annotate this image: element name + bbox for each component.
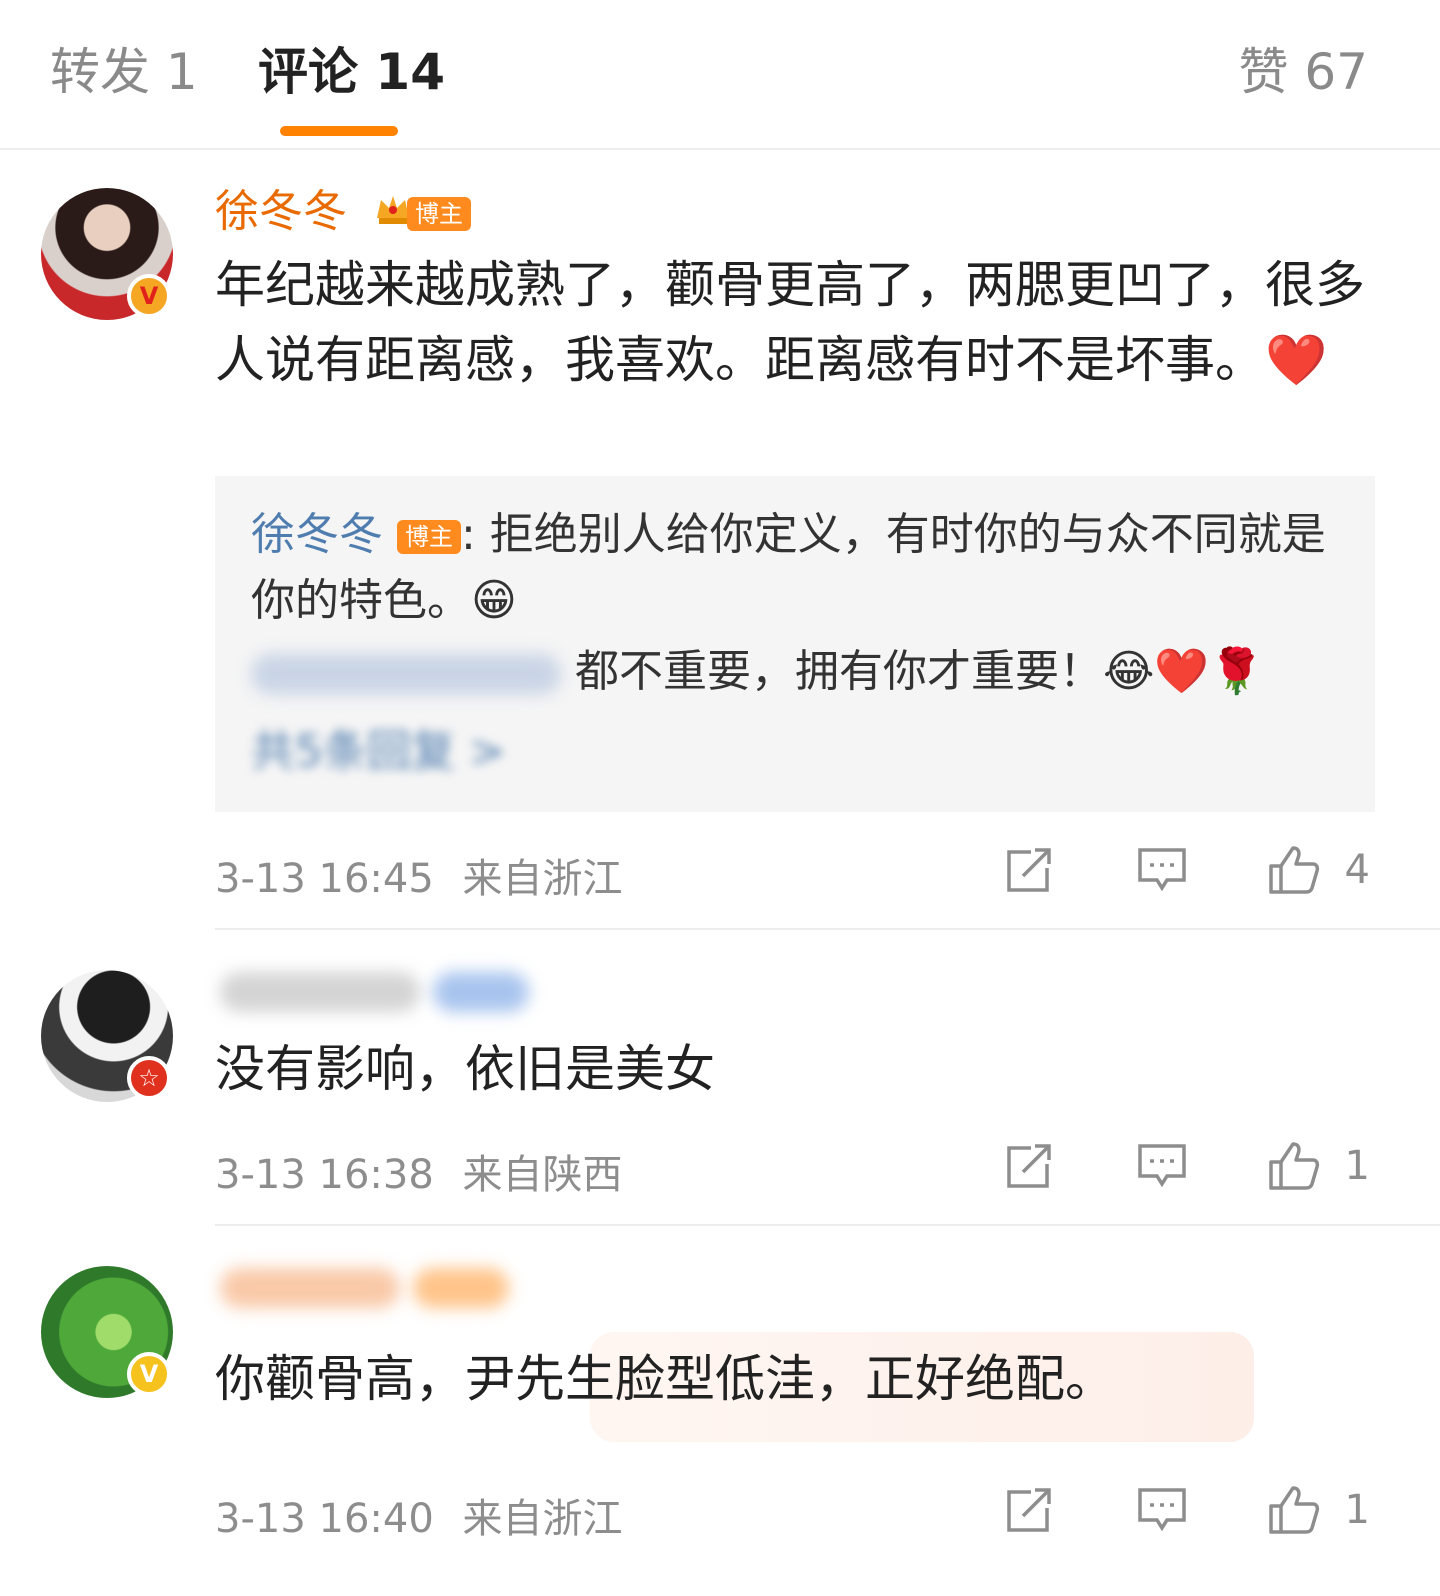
tab-reposts[interactable]: 转发 1	[50, 40, 198, 104]
comment-location: 来自陕西	[462, 1152, 623, 1198]
comment-actions: 1	[1005, 1140, 1370, 1192]
comment-text: 没有影响，依旧是美女	[215, 1040, 715, 1098]
reply-item: 都不重要，拥有你才重要！😂❤️🌹	[251, 640, 1264, 704]
verified-badge-icon: V	[127, 274, 171, 318]
like-count: 4	[1344, 847, 1370, 893]
blurred-badge	[433, 972, 530, 1012]
reply-item: 徐冬冬 博主: 拒绝别人给你定义，有时你的与众不同就是你的特色。😁	[251, 502, 1341, 634]
blogger-badge: 博主	[407, 197, 471, 231]
comment-icon[interactable]	[1137, 846, 1187, 894]
comment-actions: 1	[1005, 1484, 1370, 1536]
comment-tabs: 转发 1 评论 14 赞 67	[0, 0, 1440, 150]
comment-meta: 3-13 16:40 来自浙江	[215, 1486, 623, 1544]
comment-username[interactable]	[220, 1268, 510, 1308]
like-icon[interactable]	[1267, 844, 1321, 896]
comment-time: 3-13 16:38	[215, 1152, 434, 1198]
verified-badge-icon: V	[127, 1352, 171, 1396]
share-icon[interactable]	[1005, 1486, 1053, 1534]
blogger-badge: 博主	[397, 520, 461, 554]
like-count: 1	[1344, 1143, 1370, 1189]
like-icon[interactable]	[1267, 1484, 1321, 1536]
reply-author[interactable]: 徐冬冬	[251, 509, 383, 560]
comment-location: 来自浙江	[462, 1496, 623, 1542]
tab-comments[interactable]: 评论 14	[258, 40, 445, 104]
comment-icon[interactable]	[1137, 1486, 1187, 1534]
reply-preview[interactable]: 徐冬冬 博主: 拒绝别人给你定义，有时你的与众不同就是你的特色。😁 都不重要，拥…	[215, 476, 1375, 812]
comment-divider	[215, 928, 1440, 930]
comment-divider	[215, 1224, 1440, 1226]
like-count: 1	[1344, 1487, 1370, 1533]
more-replies-link[interactable]: 共5条回复 >	[251, 720, 506, 784]
comment-time: 3-13 16:40	[215, 1496, 434, 1542]
tab-likes[interactable]: 赞 67	[1238, 40, 1368, 104]
reply-text: 都不重要，拥有你才重要！😂❤️🌹	[575, 646, 1264, 697]
share-icon[interactable]	[1005, 1142, 1053, 1190]
comment-actions: 4	[1005, 844, 1370, 896]
comment-text: 年纪越来越成熟了，颧骨更高了，两腮更凹了，很多人说有距离感，我喜欢。距离感有时不…	[215, 256, 1365, 389]
comment-meta: 3-13 16:45 来自浙江	[215, 846, 623, 904]
comment-text: 你颧骨高，尹先生脸型低洼，正好绝配。	[215, 1350, 1115, 1408]
comment-meta: 3-13 16:38 来自陕西	[215, 1142, 623, 1200]
share-icon[interactable]	[1005, 846, 1053, 894]
comment-location: 来自浙江	[462, 856, 623, 902]
blurred-username	[251, 654, 561, 694]
comment-username[interactable]	[220, 972, 530, 1012]
blurred-username	[220, 1268, 400, 1308]
blurred-username	[220, 972, 420, 1012]
comment-username[interactable]: 徐冬冬 博主	[215, 184, 471, 242]
blurred-badge	[413, 1268, 510, 1308]
like-icon[interactable]	[1267, 1140, 1321, 1192]
active-tab-indicator	[280, 126, 398, 136]
verified-badge-icon: ☆	[127, 1056, 171, 1100]
comment-time: 3-13 16:45	[215, 856, 434, 902]
comment-icon[interactable]	[1137, 1142, 1187, 1190]
